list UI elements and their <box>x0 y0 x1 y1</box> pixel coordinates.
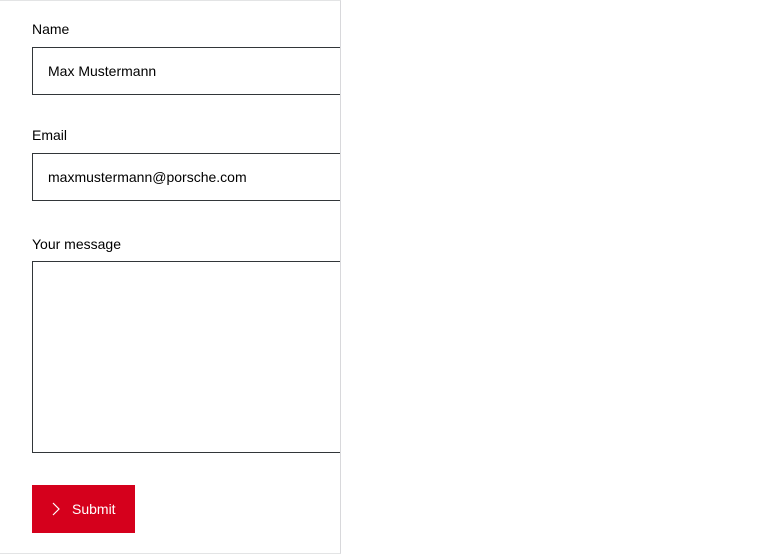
contact-form: Name Email Your message Submit <box>0 0 341 554</box>
name-input[interactable] <box>32 47 340 95</box>
submit-button-label: Submit <box>72 501 116 517</box>
email-input[interactable] <box>32 153 340 201</box>
email-label: Email <box>32 127 68 143</box>
chevron-right-icon <box>50 501 62 517</box>
message-textarea[interactable] <box>32 261 340 453</box>
message-label: Your message <box>32 236 121 252</box>
name-label: Name <box>32 21 70 37</box>
submit-button[interactable]: Submit <box>32 485 135 533</box>
